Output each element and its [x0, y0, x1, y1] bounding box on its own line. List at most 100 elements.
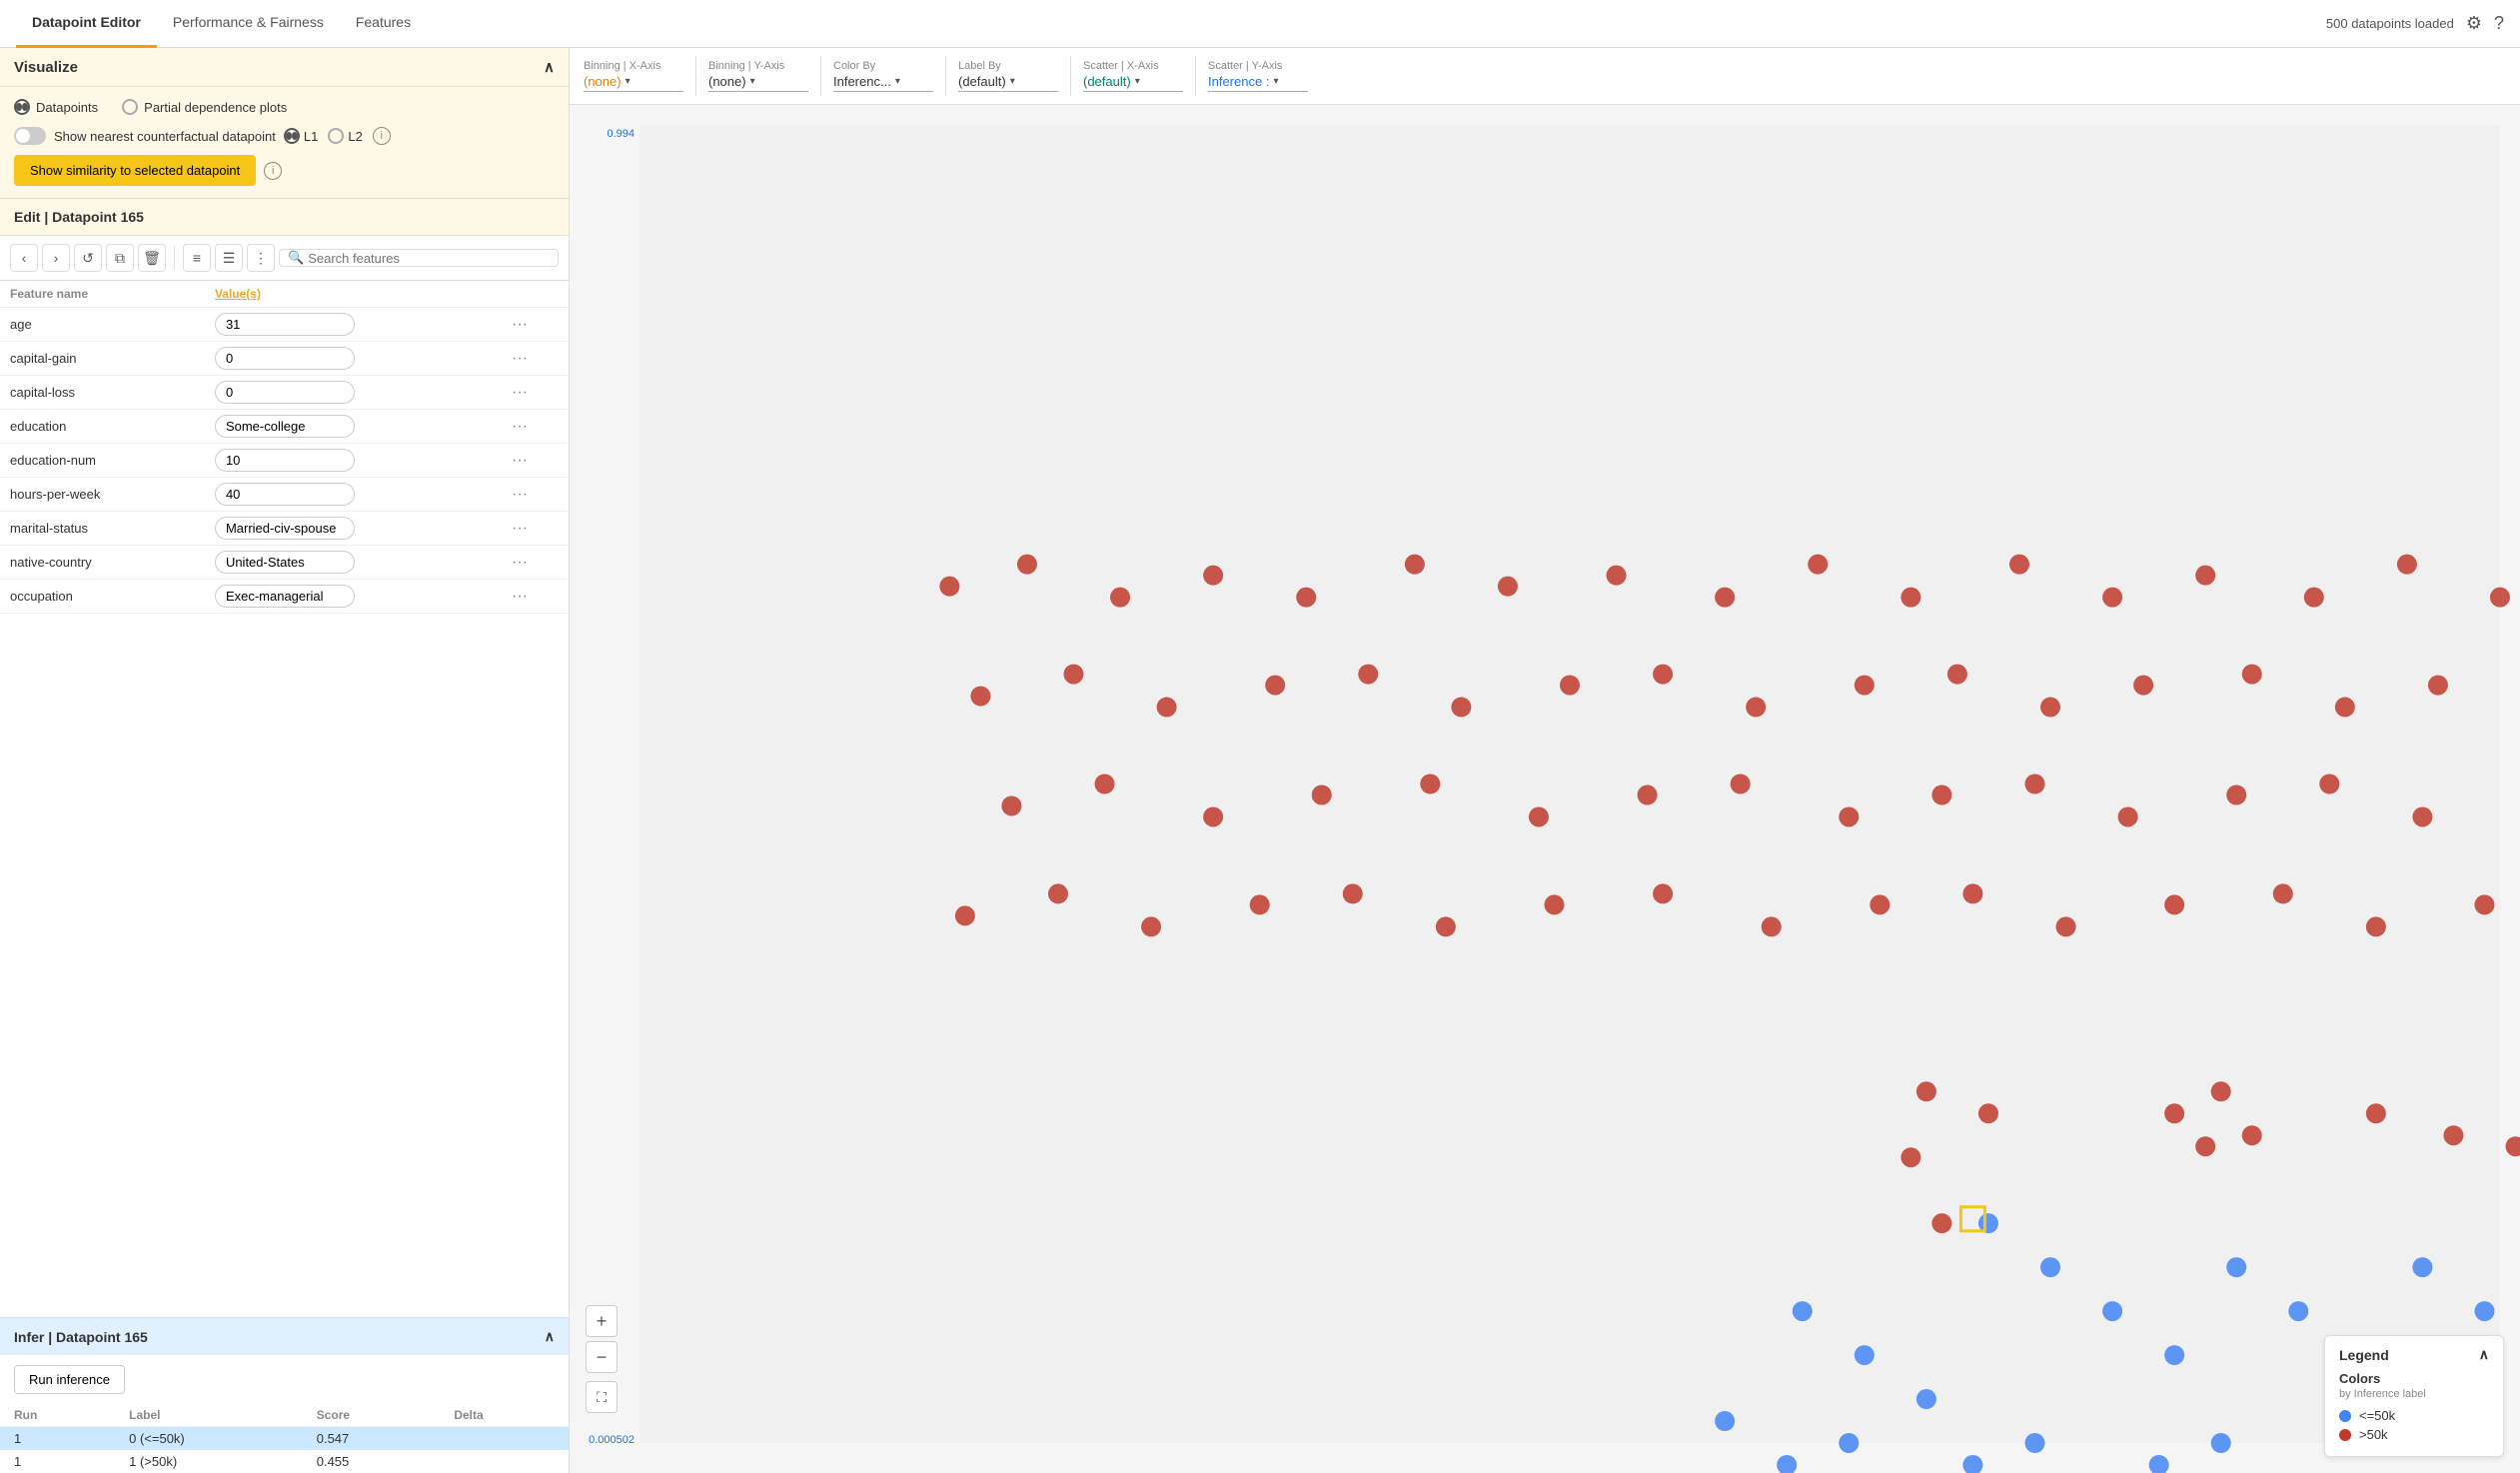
scatter-dot[interactable]: [1839, 806, 1859, 826]
radio-datapoints[interactable]: Datapoints: [14, 99, 98, 115]
scatter-dot[interactable]: [1203, 566, 1223, 586]
scatter-dot[interactable]: [1715, 1411, 1735, 1431]
more-button[interactable]: ···: [512, 554, 528, 571]
scatter-dot[interactable]: [1420, 774, 1440, 794]
align-left-button[interactable]: ≡: [183, 244, 211, 272]
feature-value-input[interactable]: [215, 483, 355, 506]
scatter-dot[interactable]: [1498, 577, 1518, 597]
scatter-dot[interactable]: [1048, 883, 1068, 903]
binning-x-select[interactable]: (none) ▾: [584, 74, 683, 92]
scatter-dot[interactable]: [1978, 1103, 1998, 1123]
scatter-dot[interactable]: [1777, 1455, 1797, 1473]
scatter-dot[interactable]: [1560, 676, 1580, 696]
scatter-dot[interactable]: [2288, 1301, 2308, 1321]
scatter-dot[interactable]: [1746, 698, 1766, 718]
scatter-dot[interactable]: [1855, 676, 1875, 696]
tab-performance-fairness[interactable]: Performance & Fairness: [157, 0, 340, 48]
more-button[interactable]: ···: [512, 384, 528, 401]
tab-datapoint-editor[interactable]: Datapoint Editor: [16, 0, 157, 48]
scatter-dot[interactable]: [2397, 555, 2417, 575]
scatter-dot[interactable]: [2428, 676, 2448, 696]
scatter-dot[interactable]: [2474, 894, 2494, 914]
feature-value-input[interactable]: [215, 381, 355, 404]
scatter-dot[interactable]: [1731, 774, 1751, 794]
scatter-dot[interactable]: [1312, 784, 1332, 804]
prev-button[interactable]: ‹: [10, 244, 38, 272]
scatter-dot[interactable]: [2211, 1433, 2231, 1453]
scatter-dot[interactable]: [2040, 698, 2060, 718]
scatter-dot[interactable]: [955, 905, 975, 925]
scatter-dot[interactable]: [1962, 883, 1982, 903]
scatter-dot[interactable]: [2025, 1433, 2045, 1453]
scatter-dot[interactable]: [1095, 774, 1115, 794]
scatter-dot[interactable]: [2226, 1257, 2246, 1277]
scatter-dot[interactable]: [1110, 588, 1130, 608]
align-right-button[interactable]: ⋮: [247, 244, 275, 272]
l1-radio[interactable]: L1: [284, 128, 318, 144]
scatter-dot[interactable]: [1916, 1081, 1936, 1101]
scatter-dot[interactable]: [1141, 916, 1161, 936]
scatter-dot[interactable]: [2025, 774, 2045, 794]
scatter-dot[interactable]: [2443, 1125, 2463, 1145]
scatter-dot[interactable]: [2164, 894, 2184, 914]
infer-collapse-icon[interactable]: ∧: [545, 1328, 555, 1345]
scatter-y-select[interactable]: Inference : ▾: [1208, 74, 1308, 92]
tab-features[interactable]: Features: [340, 0, 427, 48]
legend-collapse-icon[interactable]: ∧: [2479, 1346, 2489, 1363]
scatter-dot[interactable]: [1855, 1345, 1875, 1365]
scatter-dot[interactable]: [2133, 676, 2153, 696]
scatter-dot[interactable]: [2226, 784, 2246, 804]
scatter-dot[interactable]: [1017, 555, 1037, 575]
scatter-dot[interactable]: [1962, 1455, 1982, 1473]
scatter-dot[interactable]: [2506, 1136, 2520, 1156]
scatter-dot[interactable]: [1638, 784, 1658, 804]
similarity-info-icon[interactable]: i: [264, 162, 282, 180]
feature-value-input[interactable]: [215, 449, 355, 472]
scatter-dot[interactable]: [1839, 1433, 1859, 1453]
more-button[interactable]: ···: [512, 350, 528, 367]
feature-value-input[interactable]: [215, 415, 355, 438]
scatter-dot[interactable]: [2474, 1301, 2494, 1321]
scatter-dot[interactable]: [2056, 916, 2076, 936]
scatter-dot[interactable]: [2412, 806, 2432, 826]
scatter-dot[interactable]: [2412, 1257, 2432, 1277]
scatter-dot[interactable]: [1900, 1147, 1920, 1167]
scatter-dot[interactable]: [1203, 806, 1223, 826]
align-center-button[interactable]: ☰: [215, 244, 243, 272]
zoom-in-button[interactable]: +: [586, 1305, 618, 1337]
feature-value-input[interactable]: [215, 313, 355, 336]
scatter-dot[interactable]: [1296, 588, 1316, 608]
scatter-dot[interactable]: [2164, 1345, 2184, 1365]
scatter-dot[interactable]: [2102, 1301, 2122, 1321]
scatter-dot[interactable]: [2009, 555, 2029, 575]
scatter-dot[interactable]: [1793, 1301, 1813, 1321]
l2-radio[interactable]: L2: [328, 128, 362, 144]
fullscreen-button[interactable]: ⛶: [586, 1381, 618, 1413]
scatter-dot[interactable]: [1250, 894, 1270, 914]
scatter-dot[interactable]: [939, 577, 959, 597]
scatter-dot[interactable]: [1653, 665, 1673, 685]
run-inference-button[interactable]: Run inference: [14, 1365, 125, 1394]
feature-value-input[interactable]: [215, 517, 355, 540]
more-button[interactable]: ···: [512, 316, 528, 333]
scatter-dot[interactable]: [1607, 566, 1627, 586]
more-button[interactable]: ···: [512, 452, 528, 469]
scatter-dot[interactable]: [2195, 566, 2215, 586]
binning-y-select[interactable]: (none) ▾: [708, 74, 808, 92]
feature-value-input[interactable]: [215, 551, 355, 574]
scatter-dot[interactable]: [2211, 1081, 2231, 1101]
scatter-dot[interactable]: [1001, 795, 1021, 815]
scatter-dot[interactable]: [1931, 784, 1951, 804]
scatter-x-select[interactable]: (default) ▾: [1083, 74, 1183, 92]
scatter-dot[interactable]: [2102, 588, 2122, 608]
scatter-dot[interactable]: [1808, 555, 1828, 575]
history-button[interactable]: ↺: [74, 244, 102, 272]
more-button[interactable]: ···: [512, 418, 528, 435]
scatter-dot[interactable]: [2490, 588, 2510, 608]
scatter-dot[interactable]: [2118, 806, 2138, 826]
color-by-select[interactable]: Inferenc... ▾: [833, 74, 933, 92]
scatter-dot[interactable]: [1931, 1213, 1951, 1233]
counterfactual-toggle[interactable]: [14, 127, 46, 145]
scatter-dot[interactable]: [2242, 1125, 2262, 1145]
settings-icon[interactable]: ⚙: [2466, 13, 2482, 34]
